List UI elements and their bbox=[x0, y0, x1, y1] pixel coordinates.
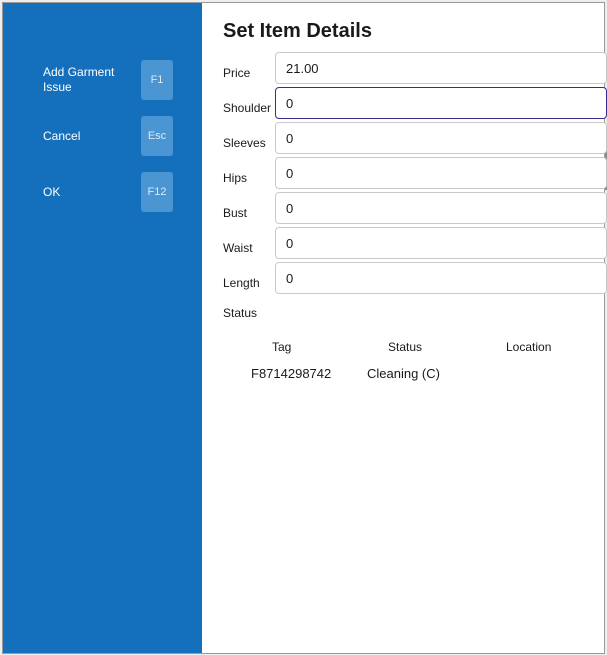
hips-input[interactable] bbox=[275, 157, 607, 189]
sleeves-input[interactable] bbox=[275, 122, 607, 154]
length-row: Length bbox=[223, 262, 607, 294]
bust-row: Bust bbox=[223, 192, 607, 224]
shoulder-row: Shoulder bbox=[223, 87, 607, 119]
shoulder-input[interactable] bbox=[275, 87, 607, 119]
bust-input[interactable] bbox=[275, 192, 607, 224]
ok-button[interactable]: OK F12 bbox=[3, 172, 202, 212]
length-label: Length bbox=[223, 276, 260, 290]
column-header-tag: Tag bbox=[272, 340, 292, 354]
add-garment-issue-label: Add Garment Issue bbox=[43, 65, 115, 94]
waist-input[interactable] bbox=[275, 227, 607, 259]
shoulder-label: Shoulder bbox=[223, 101, 272, 115]
add-garment-issue-button[interactable]: Add Garment Issue F1 bbox=[3, 60, 202, 100]
shortcut-key-f12: F12 bbox=[141, 172, 173, 212]
bust-label: Bust bbox=[223, 206, 248, 220]
sleeves-label: Sleeves bbox=[223, 136, 266, 150]
hips-label: Hips bbox=[223, 171, 248, 185]
sleeves-row: Sleeves bbox=[223, 122, 607, 154]
length-input[interactable] bbox=[275, 262, 607, 294]
hips-row: Hips bbox=[223, 157, 607, 189]
details-panel: Set Item Details Price Shoulder Sleeves … bbox=[202, 3, 607, 653]
set-item-details-dialog: Add Garment Issue F1 Cancel Esc OK F12 S… bbox=[3, 3, 607, 653]
tag-cell: F8714298742 bbox=[251, 366, 332, 381]
shortcut-key-f1: F1 bbox=[141, 60, 173, 100]
ok-label: OK bbox=[43, 184, 61, 199]
price-row: Price bbox=[223, 52, 607, 84]
dialog-title: Set Item Details bbox=[223, 20, 372, 42]
cancel-label: Cancel bbox=[43, 128, 81, 143]
waist-row: Waist bbox=[223, 227, 607, 259]
status-section-label: Status bbox=[223, 306, 258, 320]
status-cell: Cleaning (C) bbox=[367, 366, 440, 381]
price-input[interactable] bbox=[275, 52, 607, 84]
waist-label: Waist bbox=[223, 241, 253, 255]
shortcut-key-esc: Esc bbox=[141, 116, 173, 156]
price-label: Price bbox=[223, 66, 251, 80]
column-header-status: Status bbox=[388, 340, 423, 354]
action-sidebar: Add Garment Issue F1 Cancel Esc OK F12 bbox=[3, 3, 202, 653]
cancel-button[interactable]: Cancel Esc bbox=[3, 116, 202, 156]
column-header-location: Location bbox=[506, 340, 552, 354]
